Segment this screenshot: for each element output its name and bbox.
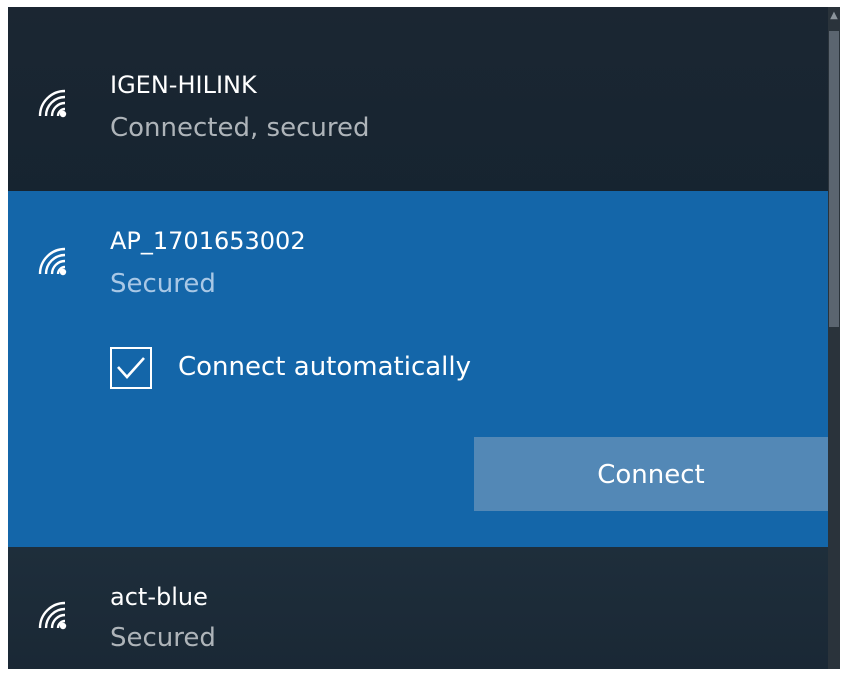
- chevron-up-icon[interactable]: ▲: [828, 9, 840, 23]
- checkmark-icon: [117, 357, 145, 379]
- scrollbar-thumb[interactable]: [829, 31, 839, 327]
- connect-button[interactable]: Connect: [474, 437, 828, 511]
- network-ssid: IGEN-HILINK: [110, 71, 257, 99]
- wifi-signal-icon: [34, 243, 70, 279]
- network-item-ap-1701653002[interactable]: AP_1701653002 Secured Connect automatica…: [8, 191, 828, 547]
- network-ssid: act-blue: [110, 583, 208, 611]
- wifi-signal-icon: [34, 597, 70, 633]
- connect-automatically-checkbox[interactable]: [110, 347, 152, 389]
- wifi-signal-icon: [34, 85, 70, 121]
- connect-automatically-row[interactable]: Connect automatically: [110, 347, 570, 395]
- network-status: Secured: [110, 623, 216, 653]
- network-item-igen-hilink[interactable]: IGEN-HILINK Connected, secured: [8, 7, 828, 191]
- network-item-act-blue[interactable]: act-blue Secured: [8, 547, 828, 669]
- network-status: Connected, secured: [110, 113, 370, 143]
- network-ssid: AP_1701653002: [110, 227, 306, 255]
- vertical-scrollbar[interactable]: ▲: [828, 7, 840, 669]
- network-flyout: IGEN-HILINK Connected, secured AP_170165…: [8, 7, 828, 669]
- connect-automatically-label: Connect automatically: [178, 352, 472, 382]
- network-status: Secured: [110, 269, 216, 299]
